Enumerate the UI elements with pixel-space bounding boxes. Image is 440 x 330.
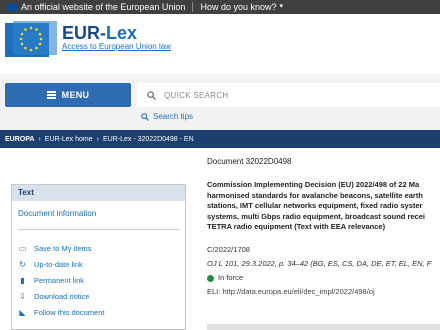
document-information-link[interactable]: Document information (12, 201, 185, 229)
eur-lex-brand[interactable]: EUR-Lex (62, 23, 137, 44)
hamburger-icon (46, 90, 56, 101)
breadcrumb-current: EUR-Lex - 32022D0498 - EN (102, 135, 194, 143)
breadcrumb-europa[interactable]: EUROPA (5, 136, 34, 143)
how-do-you-know-link[interactable]: How do you know? (200, 0, 276, 14)
in-force-icon (207, 274, 214, 282)
search-tips-icon (141, 112, 149, 121)
breadcrumb-separator-icon: › (96, 135, 99, 143)
menu-button[interactable]: MENU (5, 83, 131, 107)
title-line: Commission Implementing Decision (EU) 20… (207, 180, 420, 189)
eli-label: ELI: (207, 287, 221, 296)
document-metadata: C/2022/1708 OJ L 101, 29.3.2022, p. 34–4… (207, 243, 431, 299)
document-number: Document 32022D0498 (207, 157, 292, 166)
eli-link[interactable]: http://data.europa.eu/eli/dec_impl/2022/… (222, 287, 374, 296)
chevron-down-icon[interactable]: ▾ (280, 0, 284, 14)
document-title: Commission Implementing Decision (EU) 20… (207, 180, 440, 233)
action-label: Save to My items (34, 243, 92, 253)
title-line: systems, multi Gbps radio equipment, bro… (207, 211, 425, 221)
search-tips-label: Search tips (153, 112, 194, 121)
quick-search-placeholder: QUICK SEARCH (164, 90, 229, 100)
download-icon: ⇩ (19, 291, 26, 301)
c-number: C/2022/1708 (207, 245, 250, 254)
search-icon (147, 90, 156, 100)
breadcrumb-eur-lex-home[interactable]: EUR-Lex home (45, 136, 93, 143)
official-website-text: An official website of the European Unio… (21, 2, 186, 12)
site-header: EUR-Lex Access to European Union law (0, 14, 440, 74)
side-panel-tab-text[interactable]: Text (12, 185, 185, 201)
bookmark-icon: ▮ (20, 275, 25, 285)
quick-search-input[interactable]: QUICK SEARCH (137, 83, 440, 107)
eu-flag-icon (7, 3, 17, 11)
rss-icon: ◣ (19, 307, 26, 317)
action-label: Follow this document (34, 307, 105, 317)
eur-lex-logo-icon[interactable] (5, 21, 57, 59)
brand-eur: EUR- (62, 23, 106, 43)
save-icon: ▭ (18, 243, 27, 253)
navigation-bar: MENU QUICK SEARCH Search tips (0, 74, 440, 134)
action-label: Download notice (34, 291, 90, 301)
breadcrumb: EUROPA › EUR-Lex home › EUR-Lex - 32022D… (0, 130, 440, 148)
collapsed-section-bar[interactable] (207, 324, 440, 330)
action-label: Up-to-date link (34, 259, 83, 269)
download-notice-link[interactable]: ⇩ Download notice (12, 288, 185, 304)
up-to-date-link[interactable]: ↻ Up-to-date link (12, 256, 185, 272)
permanent-link[interactable]: ▮ Permanent link (12, 272, 185, 288)
title-line: TETRA radio equipment (Text with EEA rel… (207, 222, 386, 231)
save-to-my-items-link[interactable]: ▭ Save to My items (12, 240, 185, 256)
eli-row: ELI: http://data.europa.eu/eli/dec_impl/… (207, 285, 431, 299)
title-line: harmonised standards for avalanche beaco… (207, 190, 423, 200)
menu-label: MENU (61, 90, 90, 100)
search-tips-link[interactable]: Search tips (137, 112, 193, 121)
follow-document-link[interactable]: ◣ Follow this document (12, 304, 185, 320)
breadcrumb-separator-icon: › (38, 135, 41, 143)
status-text: In force (218, 273, 244, 282)
document-actions-list: ▭ Save to My items ↻ Up-to-date link ▮ P… (12, 230, 185, 320)
status-badge: In force (207, 271, 431, 285)
refresh-icon: ↻ (19, 259, 26, 269)
official-journal-reference: OJ L 101, 29.3.2022, p. 34–42 (BG, ES, C… (207, 259, 432, 268)
title-line: stations, IMT cellular networks equipmen… (207, 201, 423, 210)
banner-divider (192, 2, 194, 12)
official-eu-banner: An official website of the European Unio… (0, 0, 440, 14)
document-side-panel: Text Document information ▭ Save to My i… (11, 184, 186, 330)
brand-lex: Lex (106, 23, 138, 43)
action-label: Permanent link (34, 275, 85, 285)
brand-tagline[interactable]: Access to European Union law (62, 42, 171, 51)
